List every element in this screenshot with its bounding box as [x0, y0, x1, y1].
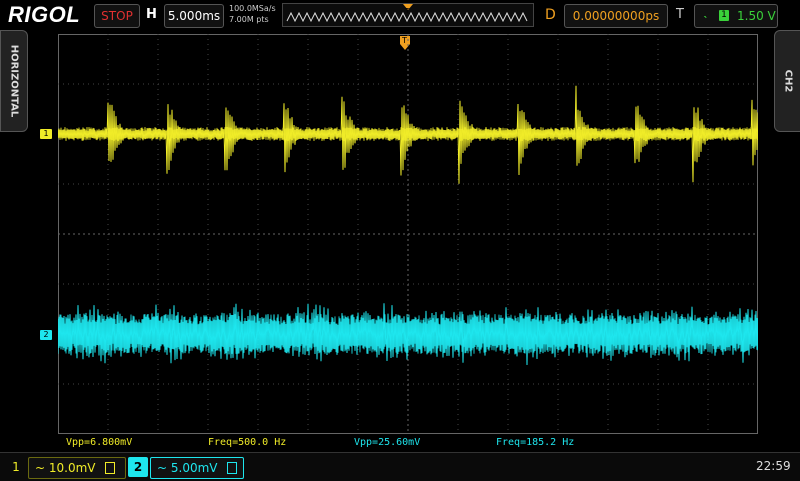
waveform-display[interactable] — [58, 34, 758, 434]
measurement-ch2-freq: Freq=185.2 Hz — [496, 437, 575, 448]
ch1-settings[interactable]: ~ 10.0mV — [28, 457, 126, 479]
ch1-impedance-icon — [105, 461, 116, 474]
ch2-offset-marker[interactable]: 2 — [40, 330, 52, 340]
trigger-source-badge: 1 — [719, 10, 729, 21]
rising-edge-icon: ˴ — [703, 8, 708, 24]
ch2-scale: 5.00mV — [170, 461, 218, 475]
top-status-bar: RIGOL STOP H 5.000ms 100.0MSa/s 7.00M pt… — [0, 0, 800, 30]
ch2-coupling: ~ — [157, 461, 168, 475]
sample-info: 100.0MSa/s 7.00M pts — [229, 3, 276, 25]
timebase-value[interactable]: 5.000ms — [164, 4, 224, 28]
horizontal-side-tab[interactable]: HORIZONTAL — [0, 30, 28, 132]
measurement-ch1-vpp: Vpp=6.800mV — [66, 437, 133, 448]
measurement-ch1-freq: Freq=500.0 Hz — [208, 437, 287, 448]
ch1-offset-marker[interactable]: 1 — [40, 129, 52, 139]
memory-depth: 7.00M pts — [229, 15, 269, 24]
horizontal-label: H — [146, 7, 157, 22]
ch2-number[interactable]: 2 — [128, 457, 148, 477]
ch2-tab-label: CH2 — [782, 69, 794, 93]
brand-logo: RIGOL — [8, 2, 81, 27]
memory-overview: T — [282, 3, 534, 27]
channel-status-bar: 1 ~ 10.0mV 2 ~ 5.00mV — [0, 452, 800, 481]
trigger-label: T — [676, 7, 684, 22]
ch1-scale: 10.0mV — [48, 461, 96, 475]
waveform-traces — [58, 85, 758, 366]
ch2-impedance-icon — [227, 461, 238, 474]
trigger-settings[interactable]: ˴ 1 1.50 V — [694, 4, 778, 28]
memory-overview-wave: T — [286, 4, 528, 23]
trigger-level: 1.50 V — [737, 9, 776, 23]
ch1-number[interactable]: 1 — [6, 457, 26, 477]
ch1-coupling: ~ — [35, 461, 46, 475]
sample-rate: 100.0MSa/s — [229, 4, 276, 13]
horizontal-tab-label: HORIZONTAL — [8, 44, 20, 118]
system-clock: 22:59 — [756, 459, 791, 473]
run-stop-status[interactable]: STOP — [94, 4, 140, 28]
ch2-settings[interactable]: ~ 5.00mV — [150, 457, 244, 479]
delay-value[interactable]: 0.00000000ps — [564, 4, 668, 28]
measurement-ch2-vpp: Vpp=25.60mV — [354, 437, 421, 448]
delay-label: D — [545, 7, 556, 23]
ch2-side-tab[interactable]: CH2 — [774, 30, 800, 132]
overview-trigger-label: T — [404, 7, 410, 15]
